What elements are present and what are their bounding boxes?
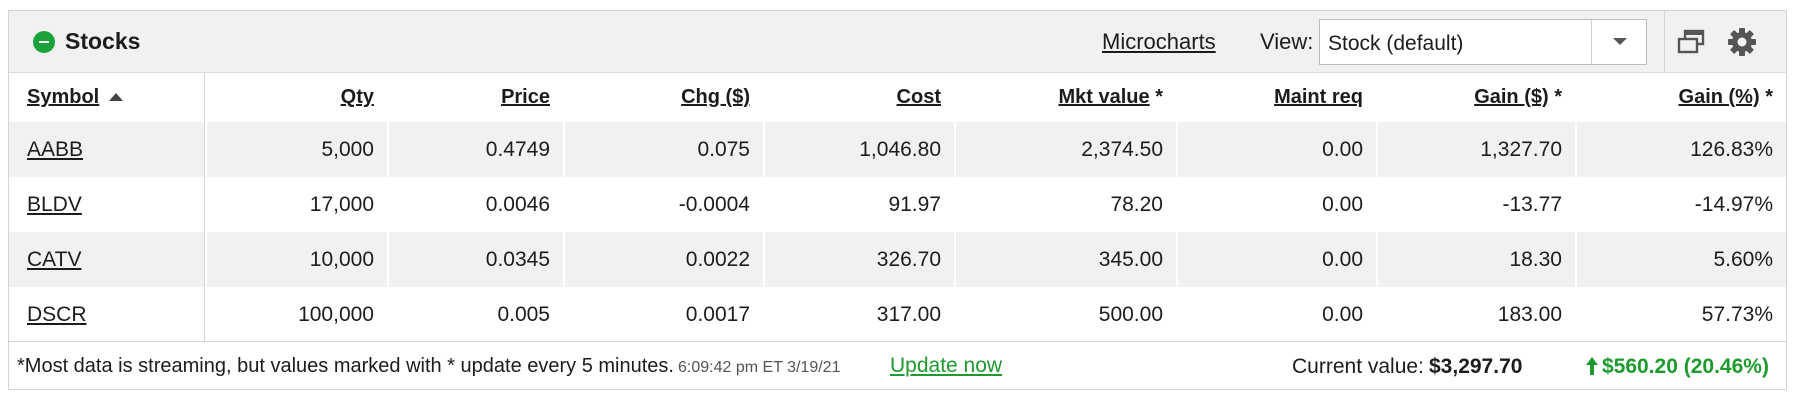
col-header-symbol[interactable]: Symbol xyxy=(9,73,205,122)
cell-maint-req: 0.00 xyxy=(1176,177,1376,232)
view-dropdown[interactable]: Stock (default) xyxy=(1319,19,1647,65)
cell-chg: 0.0017 xyxy=(563,287,763,342)
col-header-maint-req[interactable]: Maint req xyxy=(1176,73,1376,122)
header-divider xyxy=(1664,11,1665,72)
panel-footer: *Most data is streaming, but values mark… xyxy=(9,341,1786,389)
view-dropdown-value: Stock (default) xyxy=(1328,32,1464,55)
col-header-cost[interactable]: Cost xyxy=(763,73,954,122)
cell-mkt-value: 2,374.50 xyxy=(954,122,1176,177)
view-label: View: xyxy=(1260,29,1314,54)
total-gain: $560.20 (20.46%) xyxy=(1602,355,1769,378)
table-row[interactable]: DSCR 100,000 0.005 0.0017 317.00 500.00 … xyxy=(9,287,1786,342)
up-arrow-icon xyxy=(1586,357,1598,375)
cell-qty: 100,000 xyxy=(205,287,387,342)
cell-price: 0.4749 xyxy=(387,122,563,177)
cell-qty: 17,000 xyxy=(205,177,387,232)
cell-symbol[interactable]: AABB xyxy=(9,122,205,177)
table-row[interactable]: BLDV 17,000 0.0046 -0.0004 91.97 78.20 0… xyxy=(9,177,1786,232)
col-header-gain-pct[interactable]: Gain (%) * xyxy=(1575,73,1786,122)
minus-circle-icon[interactable] xyxy=(33,31,55,53)
table-row[interactable]: CATV 10,000 0.0345 0.0022 326.70 345.00 … xyxy=(9,232,1786,287)
table-header-row: Symbol Qty Price Chg ($) Cost Mkt value … xyxy=(9,73,1786,122)
cell-qty: 5,000 xyxy=(205,122,387,177)
cell-maint-req: 0.00 xyxy=(1176,232,1376,287)
microcharts-link[interactable]: Microcharts xyxy=(1102,29,1216,55)
gear-icon[interactable] xyxy=(1727,27,1757,57)
cell-price: 0.0046 xyxy=(387,177,563,232)
last-update-timestamp: 6:09:42 pm ET 3/19/21 xyxy=(677,359,841,376)
cell-gain-pct: 5.60% xyxy=(1575,232,1786,287)
cell-price: 0.005 xyxy=(387,287,563,342)
cell-mkt-value: 500.00 xyxy=(954,287,1176,342)
cell-gain-usd: 183.00 xyxy=(1376,287,1575,342)
cell-gain-pct: 126.83% xyxy=(1575,122,1786,177)
col-header-qty[interactable]: Qty xyxy=(205,73,387,122)
table-row[interactable]: AABB 5,000 0.4749 0.075 1,046.80 2,374.5… xyxy=(9,122,1786,177)
cell-gain-pct: -14.97% xyxy=(1575,177,1786,232)
streaming-note-text: *Most data is streaming, but values mark… xyxy=(17,355,674,377)
cell-cost: 91.97 xyxy=(763,177,954,232)
cell-cost: 326.70 xyxy=(763,232,954,287)
sort-asc-icon[interactable] xyxy=(109,93,124,101)
dropdown-divider xyxy=(1591,20,1592,64)
col-header-gain-usd[interactable]: Gain ($) * xyxy=(1376,73,1575,122)
cell-symbol[interactable]: DSCR xyxy=(9,287,205,342)
cell-mkt-value: 345.00 xyxy=(954,232,1176,287)
cell-gain-usd: -13.77 xyxy=(1376,177,1575,232)
cell-symbol[interactable]: BLDV xyxy=(9,177,205,232)
cell-gain-usd: 1,327.70 xyxy=(1376,122,1575,177)
cell-price: 0.0345 xyxy=(387,232,563,287)
stocks-panel: Stocks Microcharts View: Stock (default) xyxy=(8,10,1787,390)
current-value: $3,297.70 xyxy=(1429,355,1523,378)
cell-gain-pct: 57.73% xyxy=(1575,287,1786,342)
positions-table: Symbol Qty Price Chg ($) Cost Mkt value … xyxy=(9,73,1786,342)
panel-header: Stocks Microcharts View: Stock (default) xyxy=(9,11,1786,73)
cell-chg: 0.075 xyxy=(563,122,763,177)
cell-symbol[interactable]: CATV xyxy=(9,232,205,287)
cell-mkt-value: 78.20 xyxy=(954,177,1176,232)
cell-gain-usd: 18.30 xyxy=(1376,232,1575,287)
col-header-mkt-value[interactable]: Mkt value * xyxy=(954,73,1176,122)
cell-chg: -0.0004 xyxy=(563,177,763,232)
cell-cost: 1,046.80 xyxy=(763,122,954,177)
current-value-label: Current value: xyxy=(1292,355,1424,378)
cell-cost: 317.00 xyxy=(763,287,954,342)
streaming-note: *Most data is streaming, but values mark… xyxy=(17,355,840,378)
col-header-chg[interactable]: Chg ($) xyxy=(563,73,763,122)
popout-window-icon[interactable] xyxy=(1676,29,1706,55)
col-header-price[interactable]: Price xyxy=(387,73,563,122)
cell-maint-req: 0.00 xyxy=(1176,122,1376,177)
cell-qty: 10,000 xyxy=(205,232,387,287)
panel-title: Stocks xyxy=(65,28,141,54)
cell-maint-req: 0.00 xyxy=(1176,287,1376,342)
cell-chg: 0.0022 xyxy=(563,232,763,287)
chevron-down-icon[interactable] xyxy=(1613,38,1627,45)
update-now-link[interactable]: Update now xyxy=(890,354,1002,378)
